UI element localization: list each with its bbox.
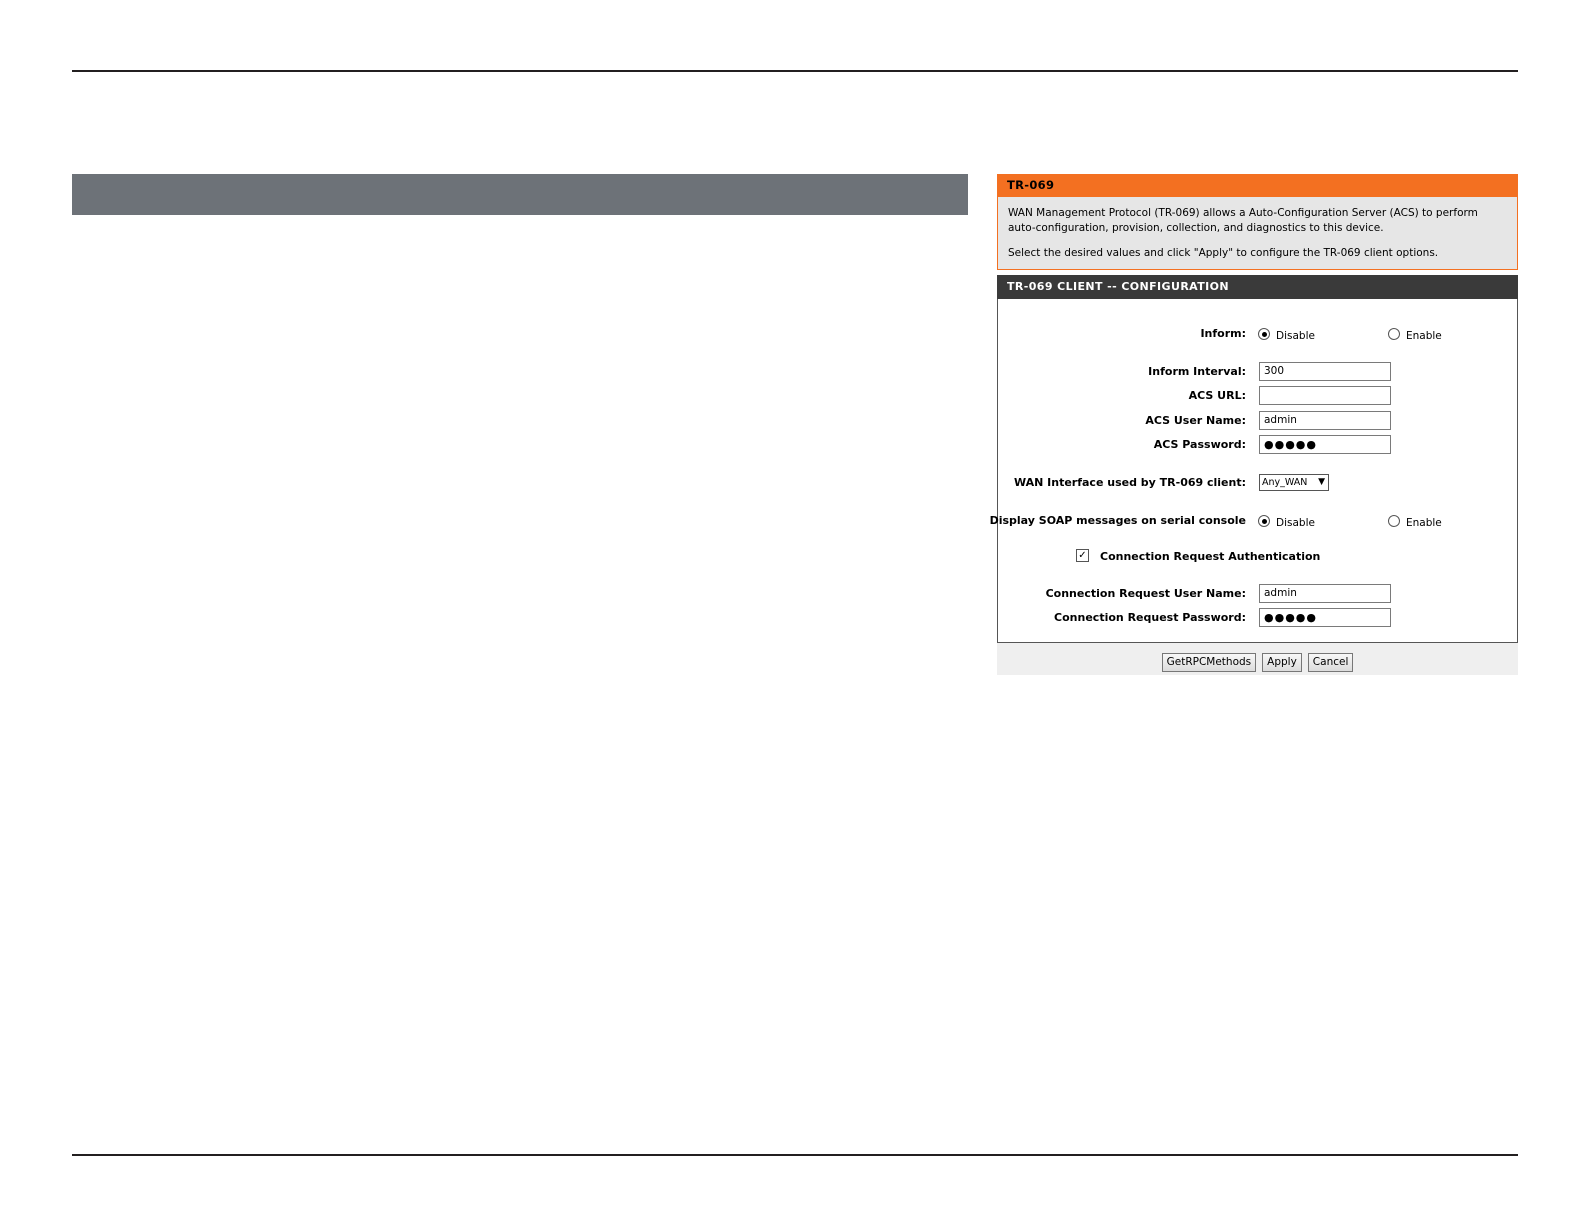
config-form: Inform: Disable Enable Inform Interval: …	[990, 299, 1518, 643]
soap-disable-radio[interactable]	[1258, 515, 1270, 527]
acs-url-input[interactable]	[1259, 386, 1391, 405]
conn-req-password-input[interactable]: ●●●●●	[1259, 608, 1391, 627]
top-rule	[72, 70, 1518, 72]
inform-enable-label: Enable	[1406, 330, 1442, 342]
wan-interface-value: Any_WAN	[1262, 477, 1308, 488]
bottom-rule	[72, 1154, 1518, 1156]
tr069-instruction: Select the desired values and click "App…	[1008, 247, 1439, 259]
acs-url-label: ACS URL:	[1188, 389, 1246, 402]
conn-req-user-name-input[interactable]: admin	[1259, 584, 1391, 603]
inform-interval-label: Inform Interval:	[1148, 365, 1246, 378]
config-title: TR-069 CLIENT -- CONFIGURATION	[997, 275, 1518, 299]
soap-disable-label: Disable	[1276, 517, 1315, 529]
tr069-description: WAN Management Protocol (TR-069) allows …	[1008, 207, 1478, 234]
conn-req-auth-checkbox[interactable]: ✓	[1076, 549, 1089, 562]
soap-enable-label: Enable	[1406, 517, 1442, 529]
conn-req-user-name-label: Connection Request User Name:	[1045, 587, 1246, 600]
section-heading-bar	[72, 174, 968, 215]
soap-enable-radio[interactable]	[1388, 515, 1400, 527]
inform-interval-input[interactable]: 300	[1259, 362, 1391, 381]
tr069-title: TR-069	[997, 174, 1518, 197]
inform-disable-label: Disable	[1276, 330, 1315, 342]
acs-user-name-input[interactable]: admin	[1259, 411, 1391, 430]
wan-interface-label: WAN Interface used by TR-069 client:	[1013, 476, 1246, 489]
cancel-button[interactable]: Cancel	[1307, 653, 1354, 672]
inform-label: Inform:	[1200, 327, 1246, 340]
chevron-down-icon: ▼	[1318, 477, 1325, 487]
inform-enable-radio[interactable]	[1388, 328, 1400, 340]
apply-button[interactable]: Apply	[1262, 653, 1302, 672]
tr069-description-box: WAN Management Protocol (TR-069) allows …	[997, 197, 1518, 270]
acs-password-label: ACS Password:	[1153, 438, 1246, 451]
acs-password-input[interactable]: ●●●●●	[1259, 435, 1391, 454]
acs-user-name-label: ACS User Name:	[1145, 414, 1246, 427]
tr069-panel: TR-069 WAN Management Protocol (TR-069) …	[990, 174, 1518, 675]
getrpcmethods-button[interactable]: GetRPCMethods	[1161, 653, 1257, 672]
conn-req-password-label: Connection Request Password:	[1054, 611, 1246, 624]
conn-req-auth-label: Connection Request Authentication	[1100, 550, 1321, 563]
inform-disable-radio[interactable]	[1258, 328, 1270, 340]
button-bar: GetRPCMethods Apply Cancel	[997, 643, 1518, 675]
soap-label: Display SOAP messages on serial console	[989, 514, 1246, 527]
wan-interface-select[interactable]: Any_WAN ▼	[1259, 474, 1329, 491]
